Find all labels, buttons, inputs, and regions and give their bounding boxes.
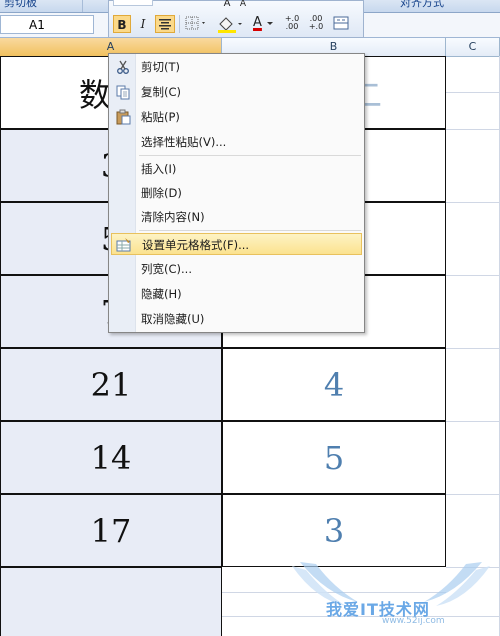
cell-a5[interactable]: 21 — [0, 348, 222, 421]
gridline — [446, 129, 500, 130]
format-cells-icon — [116, 238, 131, 252]
cell-text: 21 — [90, 365, 132, 404]
merge-cells-icon — [333, 16, 349, 30]
cell-text: 17 — [90, 511, 132, 550]
cell-a6[interactable]: 14 — [0, 421, 222, 494]
menu-item-label: 列宽(C)... — [141, 262, 192, 276]
gridline — [446, 92, 500, 93]
watermark-url: www.52ij.com — [382, 616, 445, 626]
menu-item-label: 插入(I) — [141, 162, 177, 176]
alignment-group[interactable]: 对齐方式 — [362, 0, 500, 12]
center-align-icon — [159, 19, 171, 30]
menu-item-label: 复制(C) — [141, 85, 182, 99]
center-align-button[interactable] — [155, 15, 175, 33]
gridline — [446, 421, 500, 422]
gridline — [446, 348, 500, 349]
scissors-icon — [117, 60, 129, 74]
alignment-group-label: 对齐方式 — [400, 0, 444, 9]
menu-item-label: 设置单元格格式(F)... — [142, 238, 250, 252]
cell-b7[interactable]: 3 — [222, 494, 446, 567]
borders-icon — [185, 16, 205, 30]
menu-item-clear-contents[interactable]: 清除内容(N) — [111, 206, 362, 228]
menu-item-cut[interactable]: 剪切(T) — [111, 56, 362, 78]
font-color-glyph: A — [253, 15, 262, 30]
cell-text: 3 — [323, 511, 345, 550]
menu-item-copy[interactable]: 复制(C) — [111, 81, 362, 103]
menu-item-label: 粘贴(P) — [141, 110, 180, 124]
bold-button[interactable]: B — [113, 15, 131, 33]
paste-icon — [116, 109, 131, 125]
menu-item-label: 隐藏(H) — [141, 287, 182, 301]
menu-item-delete[interactable]: 删除(D) — [111, 182, 362, 204]
font-name-box[interactable] — [113, 0, 153, 6]
shrink-font-icon[interactable]: A — [237, 0, 249, 9]
menu-separator — [139, 155, 361, 156]
font-color-button[interactable]: A — [249, 15, 277, 33]
menu-item-format-cells[interactable]: 设置单元格格式(F)... — [111, 233, 362, 255]
cell-a7[interactable]: 17 — [0, 494, 222, 567]
menu-item-label: 选择性粘贴(V)... — [141, 135, 227, 149]
menu-item-label: 删除(D) — [141, 186, 182, 200]
clipboard-group-label: 剪切板 — [4, 0, 37, 9]
borders-button[interactable] — [183, 15, 209, 33]
gridline — [446, 275, 500, 276]
name-box[interactable]: A1 — [0, 15, 94, 34]
menu-item-unhide[interactable]: 取消隐藏(U) — [111, 308, 362, 330]
copy-icon — [116, 85, 130, 100]
decrease-decimal-button[interactable]: .00 +.0 — [305, 15, 327, 33]
chevron-down-icon — [267, 22, 273, 25]
grow-font-icon[interactable]: A — [221, 0, 233, 9]
menu-item-label: 取消隐藏(U) — [141, 312, 205, 326]
context-menu: 剪切(T) 复制(C) 粘贴(P) 选择性粘贴(V)... 插入(I) 删除(D… — [108, 53, 365, 333]
menu-item-label: 清除内容(N) — [141, 210, 205, 224]
gridline — [446, 494, 500, 495]
gridline — [446, 202, 500, 203]
clipboard-group[interactable]: 剪切板 — [0, 0, 83, 12]
menu-item-column-width[interactable]: 列宽(C)... — [111, 258, 362, 280]
format-painter-button[interactable] — [331, 15, 351, 33]
increase-decimal-button[interactable]: +.0 .00 — [281, 15, 303, 33]
fill-color-icon — [218, 17, 242, 33]
menu-separator — [139, 230, 361, 231]
fill-color-button[interactable] — [215, 15, 245, 33]
menu-item-paste[interactable]: 粘贴(P) — [111, 106, 362, 128]
watermark: 我爱IT技术网 www.52ij.com — [286, 560, 496, 630]
mini-toolbar: A A B I A +.0 .00 .00 +.0 — [108, 0, 364, 38]
cell-a8[interactable] — [0, 567, 222, 636]
menu-item-hide[interactable]: 隐藏(H) — [111, 283, 362, 305]
toolbar-separator — [179, 15, 180, 33]
menu-item-paste-special[interactable]: 选择性粘贴(V)... — [111, 131, 362, 153]
cell-text: 4 — [323, 365, 345, 404]
cell-text: 14 — [90, 438, 132, 477]
menu-item-label: 剪切(T) — [141, 60, 180, 74]
menu-item-insert[interactable]: 插入(I) — [111, 158, 362, 180]
italic-button[interactable]: I — [135, 15, 151, 33]
column-header-c[interactable]: C — [446, 38, 500, 56]
cell-text: 5 — [323, 438, 345, 477]
cell-b6[interactable]: 5 — [222, 421, 446, 494]
cell-b5[interactable]: 4 — [222, 348, 446, 421]
